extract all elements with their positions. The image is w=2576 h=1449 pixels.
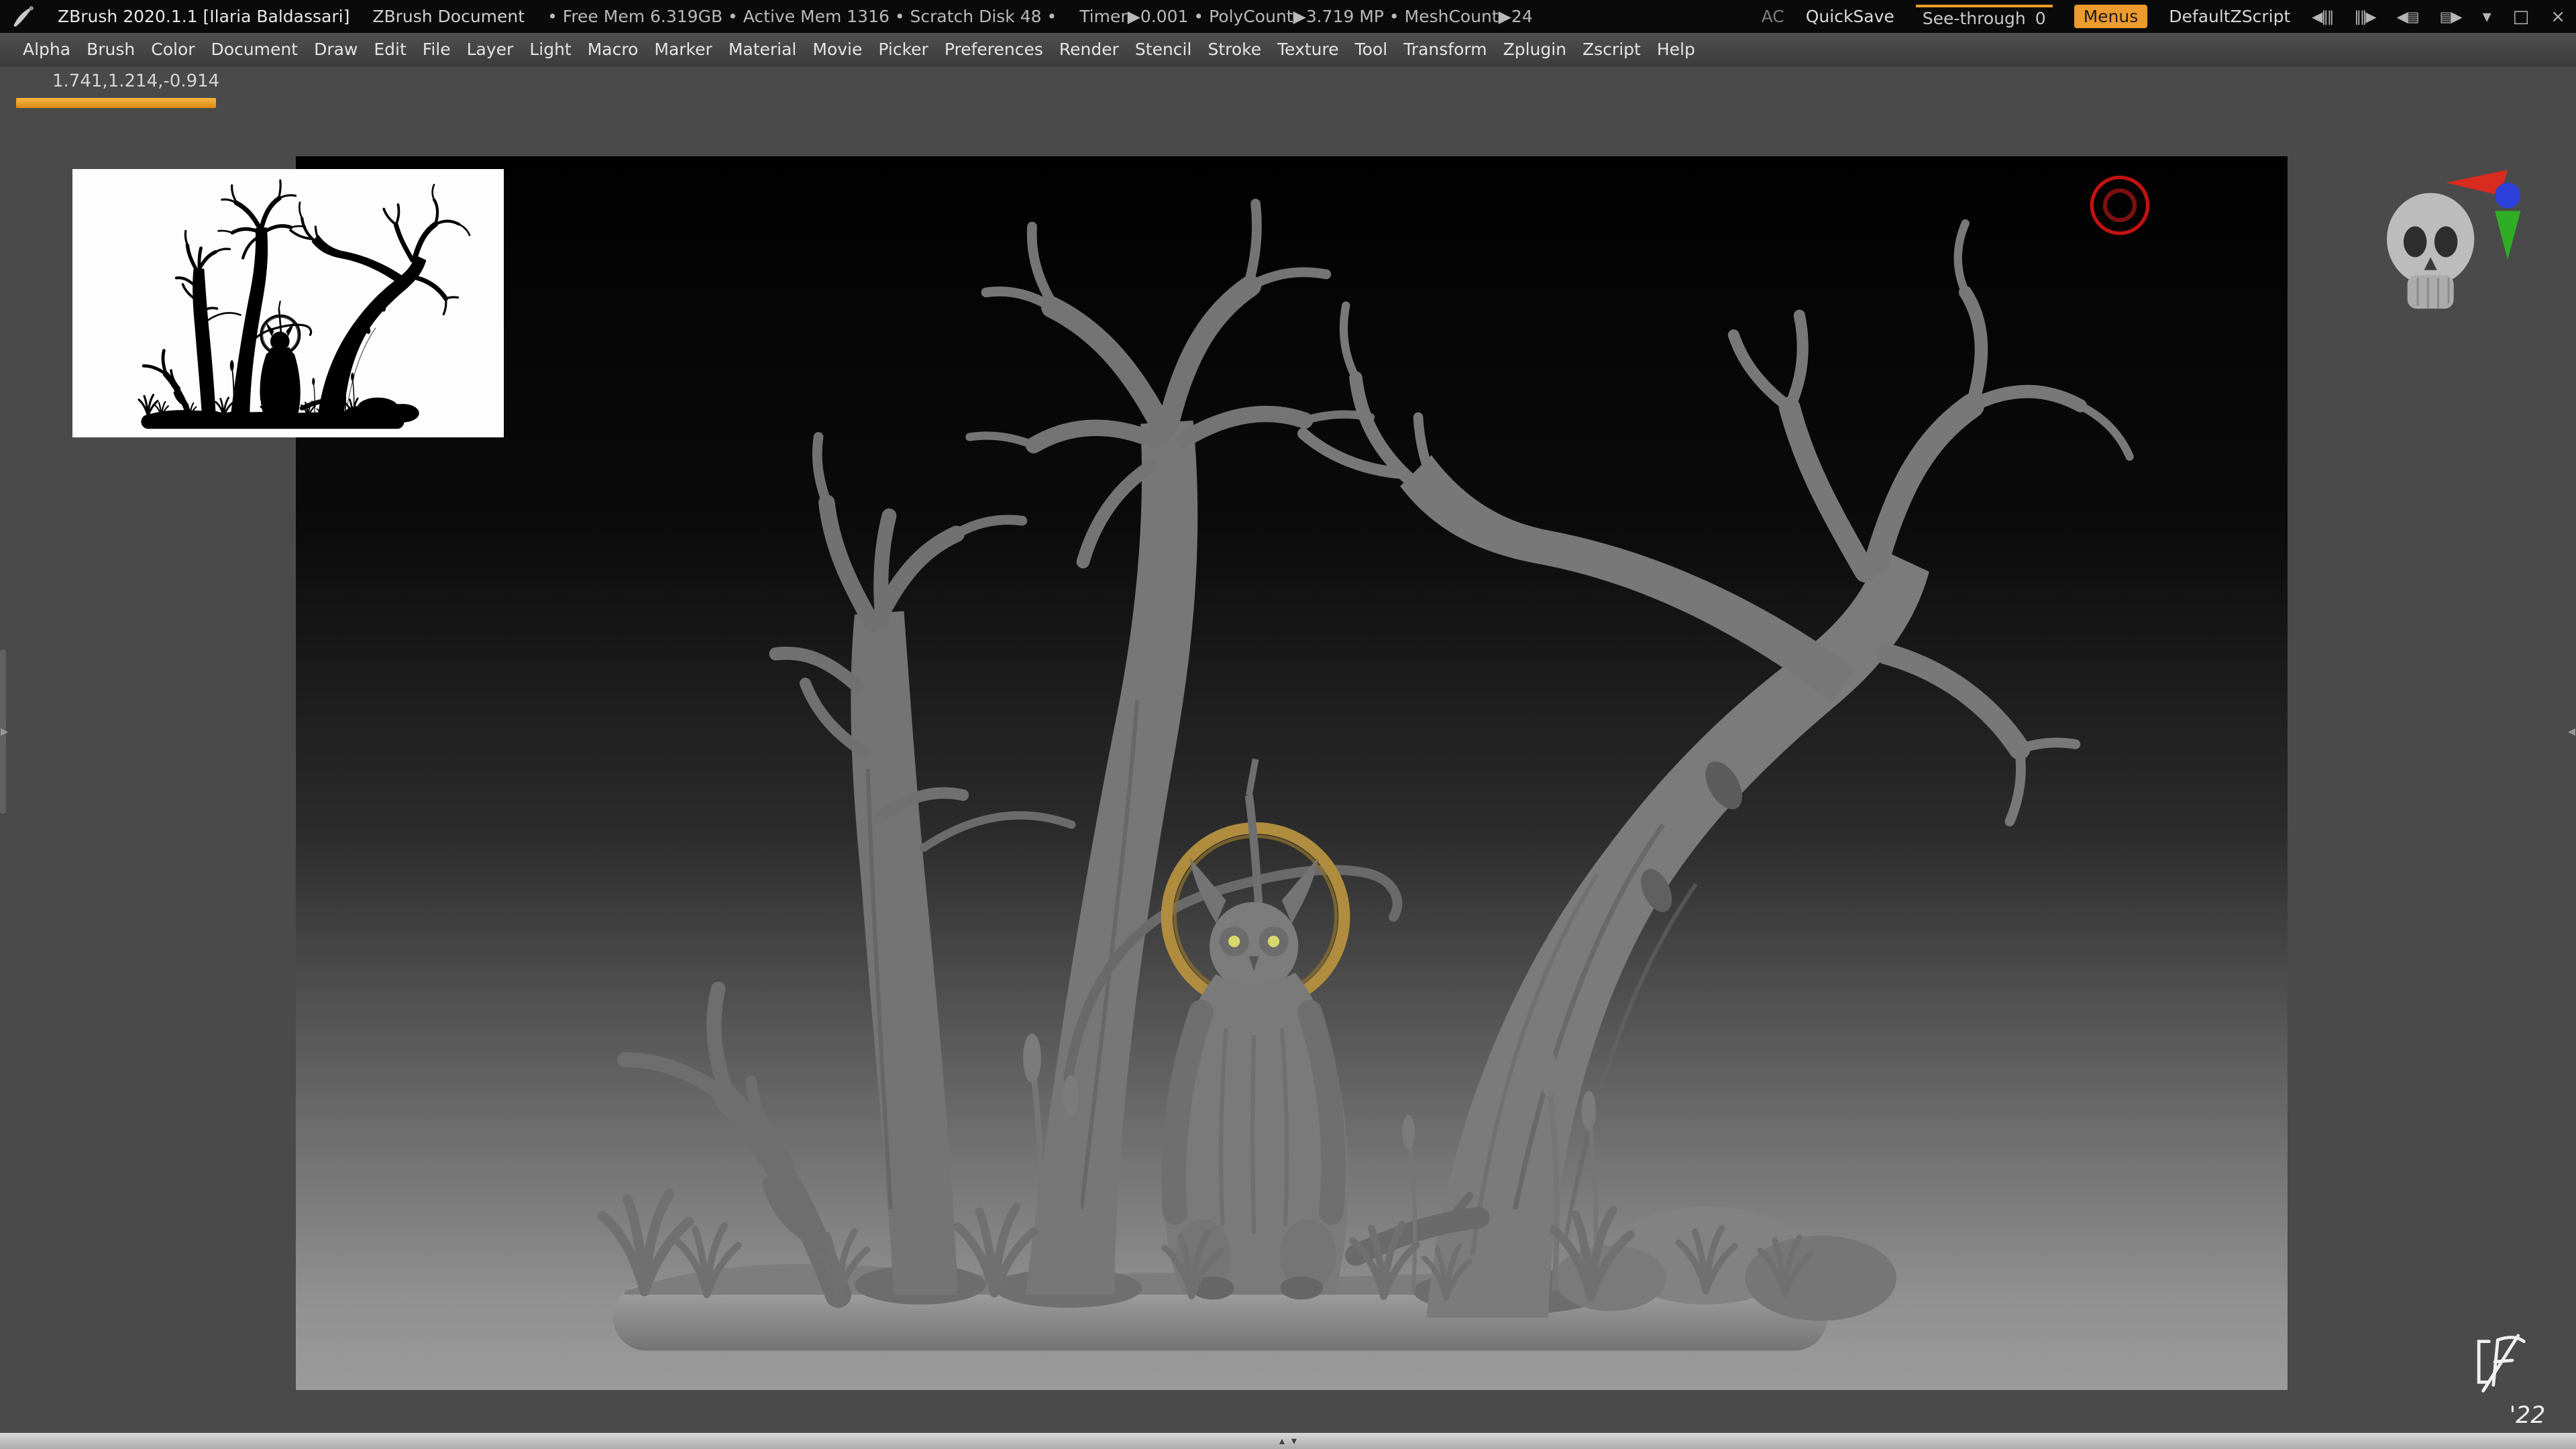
brush-cursor	[2092, 177, 2147, 233]
menu-item-preferences[interactable]: Preferences	[936, 40, 1051, 59]
menu-item-picker[interactable]: Picker	[870, 40, 936, 59]
progress-bar	[16, 98, 216, 108]
signature-year: '22	[2510, 1402, 2546, 1429]
menu-item-material[interactable]: Material	[720, 40, 805, 59]
spinner-down-icon[interactable]: ▾	[1291, 1436, 1297, 1446]
spinner-up-icon[interactable]: ▴	[1279, 1436, 1285, 1446]
menu-item-marker[interactable]: Marker	[646, 40, 720, 59]
menu-bar: Alpha Brush Color Document Draw Edit Fil…	[0, 33, 2576, 66]
menu-item-draw[interactable]: Draw	[306, 40, 366, 59]
ac-indicator[interactable]: AC	[1762, 7, 1784, 26]
document-thumbnail	[72, 169, 504, 437]
see-through-label: See-through	[1923, 9, 2026, 28]
menu-item-document[interactable]: Document	[203, 40, 307, 59]
page-right-icon[interactable]: ▤▶	[2440, 9, 2461, 25]
menu-item-help[interactable]: Help	[1649, 40, 1703, 59]
see-through-value: 0	[2035, 9, 2046, 28]
menu-item-zscript[interactable]: Zscript	[1574, 40, 1649, 59]
menu-item-stencil[interactable]: Stencil	[1127, 40, 1200, 59]
menu-item-render[interactable]: Render	[1051, 40, 1127, 59]
menu-item-light[interactable]: Light	[521, 40, 579, 59]
close-icon[interactable]: ×	[2551, 7, 2565, 27]
quicksave-button[interactable]: QuickSave	[1806, 7, 1894, 26]
document-canvas[interactable]	[296, 156, 2288, 1390]
scroll-right-icon[interactable]: ‖‖▶	[2354, 9, 2375, 25]
zbrush-logo-icon	[11, 5, 35, 29]
camera-gizmo[interactable]	[2371, 164, 2526, 332]
collapse-icon[interactable]: ▾	[2483, 7, 2491, 27]
coordinates-readout: 1.741,1.214,-0.914	[52, 71, 219, 91]
menu-item-transform[interactable]: Transform	[1395, 40, 1495, 59]
left-edge-arrow-icon[interactable]: ▸	[1, 723, 8, 740]
thumbnail-silhouette	[72, 169, 504, 437]
default-zscript-button[interactable]: DefaultZScript	[2169, 7, 2290, 26]
z-axis-sphere-icon	[2495, 182, 2520, 208]
skull-icon	[2387, 193, 2474, 309]
menu-item-edit[interactable]: Edit	[366, 40, 414, 59]
memory-stats: • Free Mem 6.319GB • Active Mem 1316 • S…	[547, 7, 1057, 26]
titlebar-right-group: AC QuickSave See-through 0 Menus Default…	[1762, 5, 2565, 28]
menu-item-color[interactable]: Color	[143, 40, 203, 59]
menu-item-brush[interactable]: Brush	[78, 40, 143, 59]
menu-item-movie[interactable]: Movie	[804, 40, 870, 59]
sculpture-render	[296, 158, 2288, 1390]
menu-item-stroke[interactable]: Stroke	[1199, 40, 1269, 59]
bottom-bar: ▴ ▾	[0, 1433, 2576, 1449]
y-axis-cone-icon	[2495, 211, 2520, 260]
see-through-slider[interactable]: See-through 0	[1916, 5, 2053, 28]
app-title: ZBrush 2020.1.1 [Ilaria Baldassari]	[58, 7, 350, 26]
menus-button[interactable]: Menus	[2074, 5, 2148, 28]
menu-item-texture[interactable]: Texture	[1269, 40, 1347, 59]
right-edge-arrow-icon[interactable]: ◂	[2568, 723, 2575, 740]
menu-item-layer[interactable]: Layer	[459, 40, 522, 59]
artist-signature: '22	[2469, 1332, 2556, 1436]
menu-item-macro[interactable]: Macro	[580, 40, 647, 59]
restore-icon[interactable]: □	[2513, 7, 2530, 27]
performance-stats: Timer▶0.001 • PolyCount▶3.719 MP • MeshC…	[1079, 7, 1533, 26]
menu-item-alpha[interactable]: Alpha	[15, 40, 78, 59]
title-bar: ZBrush 2020.1.1 [Ilaria Baldassari] ZBru…	[0, 0, 2576, 33]
menu-item-file[interactable]: File	[415, 40, 459, 59]
menu-item-zplugin[interactable]: Zplugin	[1495, 40, 1574, 59]
document-name: ZBrush Document	[372, 7, 525, 26]
scroll-left-icon[interactable]: ◀‖‖	[2312, 9, 2332, 25]
page-left-icon[interactable]: ◀▤	[2397, 9, 2418, 25]
menu-item-tool[interactable]: Tool	[1347, 40, 1396, 59]
